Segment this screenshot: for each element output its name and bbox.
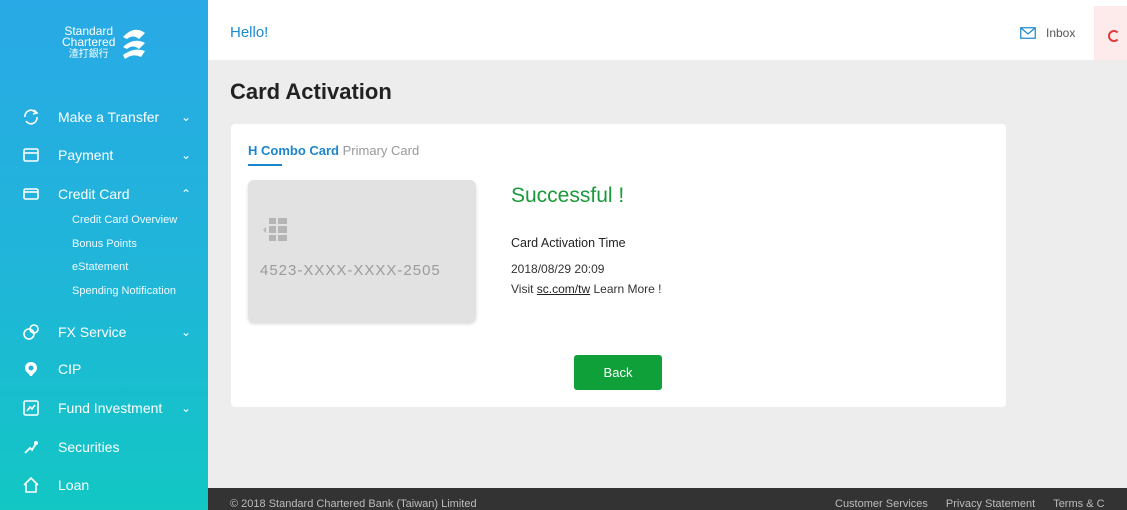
chevron-down-icon: ⌄ bbox=[181, 401, 192, 415]
activation-time-label: Card Activation Time bbox=[511, 236, 626, 250]
sidebar-item-label: Securities bbox=[58, 439, 120, 455]
visit-suffix: Learn More ! bbox=[590, 282, 662, 296]
chevron-up-icon: ⌃ bbox=[181, 187, 192, 201]
power-icon bbox=[1108, 30, 1120, 42]
fx-service-icon bbox=[22, 323, 40, 341]
status-message: Successful ! bbox=[511, 184, 625, 207]
sidebar-item-fx-service[interactable]: FX Service ⌄ bbox=[0, 313, 208, 351]
tab-underline bbox=[248, 164, 282, 166]
tab-sub-label: Primary Card bbox=[342, 143, 420, 158]
sidebar-item-label: Fund Investment bbox=[58, 400, 163, 416]
greeting: Hello! bbox=[230, 24, 269, 41]
card-number: 4523-XXXX-XXXX-2505 bbox=[260, 262, 441, 279]
sidebar-item-label: Make a Transfer bbox=[58, 109, 160, 125]
back-button[interactable]: Back bbox=[574, 355, 662, 390]
card-image: 4523-XXXX-XXXX-2505 bbox=[248, 180, 476, 322]
credit-card-icon bbox=[22, 185, 40, 203]
footer-link-terms[interactable]: Terms & C bbox=[1053, 498, 1104, 510]
sidebar-item-label: Credit Card bbox=[58, 186, 130, 202]
top-header: Hello! Inbox bbox=[208, 0, 1127, 60]
sidebar-item-credit-card[interactable]: Credit Card ⌃ bbox=[0, 175, 208, 213]
sidebar-item-transfer[interactable]: Make a Transfer ⌄ bbox=[0, 98, 208, 136]
payment-icon bbox=[22, 146, 40, 164]
chevron-down-icon: ⌄ bbox=[181, 148, 192, 162]
logo-line-2: Chartered bbox=[62, 35, 116, 49]
subitem-credit-card-overview[interactable]: Credit Card Overview bbox=[72, 214, 177, 226]
card-chip-icon bbox=[263, 218, 287, 241]
subitem-bonus-points[interactable]: Bonus Points bbox=[72, 238, 137, 250]
logo-mark-icon bbox=[123, 29, 146, 59]
activation-panel: H Combo Card Primary Card 4523-XXXX-XXXX… bbox=[231, 124, 1006, 407]
footer-links: Customer Services Privacy Statement Term… bbox=[835, 498, 1105, 510]
cip-icon bbox=[22, 360, 40, 378]
bank-logo[interactable]: Standard Chartered 渣打銀行 bbox=[62, 18, 152, 68]
copyright: © 2018 Standard Chartered Bank (Taiwan) … bbox=[230, 498, 477, 510]
logout-button[interactable] bbox=[1094, 6, 1127, 60]
visit-prefix: Visit bbox=[511, 282, 537, 296]
activation-time-value: 2018/08/29 20:09 bbox=[511, 262, 605, 276]
sidebar-item-loan[interactable]: Loan bbox=[0, 466, 208, 504]
page-title: Card Activation bbox=[230, 79, 392, 104]
footer-link-customer-services[interactable]: Customer Services bbox=[835, 498, 928, 510]
subitem-spending-notification[interactable]: Spending Notification bbox=[72, 285, 176, 297]
footer-link-privacy-statement[interactable]: Privacy Statement bbox=[946, 498, 1035, 510]
home-loan-icon bbox=[22, 476, 40, 494]
sidebar-item-label: Loan bbox=[58, 477, 90, 493]
mail-icon bbox=[1020, 27, 1036, 39]
sidebar-item-securities[interactable]: Securities bbox=[0, 428, 208, 466]
sidebar-item-fund-investment[interactable]: Fund Investment ⌄ bbox=[0, 389, 208, 427]
tab-combo-card[interactable]: H Combo Card Primary Card bbox=[248, 143, 419, 158]
sidebar-item-cip[interactable]: CIP bbox=[0, 350, 208, 388]
sidebar-item-payment[interactable]: Payment ⌄ bbox=[0, 136, 208, 174]
sidebar-item-label: Payment bbox=[58, 147, 114, 163]
inbox-label: Inbox bbox=[1046, 26, 1076, 40]
sidebar-item-label: CIP bbox=[58, 361, 82, 377]
transfer-icon bbox=[22, 108, 40, 126]
chevron-down-icon: ⌄ bbox=[181, 325, 192, 339]
subitem-estatement[interactable]: eStatement bbox=[72, 261, 128, 273]
logo-line-3: 渣打銀行 bbox=[68, 49, 109, 60]
footer: © 2018 Standard Chartered Bank (Taiwan) … bbox=[208, 488, 1127, 510]
sidebar: Standard Chartered 渣打銀行 Make a Transfer … bbox=[0, 0, 208, 510]
sidebar-item-label: FX Service bbox=[58, 324, 127, 340]
chevron-down-icon: ⌄ bbox=[181, 110, 192, 124]
visit-info: Visit sc.com/tw Learn More ! bbox=[511, 282, 662, 296]
fund-investment-icon bbox=[22, 399, 40, 417]
securities-icon bbox=[22, 438, 40, 456]
tab-main-label: H Combo Card bbox=[248, 143, 339, 158]
website-link[interactable]: sc.com/tw bbox=[537, 282, 590, 296]
inbox-link[interactable]: Inbox bbox=[1020, 26, 1075, 40]
